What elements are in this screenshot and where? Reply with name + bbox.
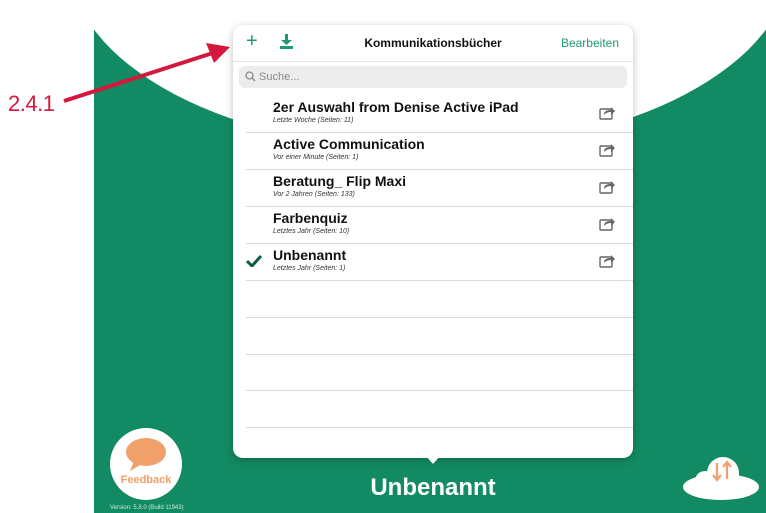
empty-row-divider [246,390,633,391]
popover-header: + Kommunikationsbücher Bearbeiten [233,25,633,62]
feedback-button[interactable]: Feedback [110,428,182,500]
book-row[interactable]: 2er Auswahl from Denise Active iPad Letz… [246,96,633,133]
book-row[interactable]: Active Communication Vor einer Minute (S… [246,133,633,170]
book-title: Active Communication [273,136,425,152]
share-icon[interactable] [599,253,616,268]
version-text: Version: 5.8.0 (Build 11943) [110,505,184,511]
search-icon [245,71,256,82]
speech-bubble-icon [126,438,166,471]
edit-button[interactable]: Bearbeiten [561,36,619,50]
book-title: Beratung_ Flip Maxi [273,173,407,189]
share-icon[interactable] [599,105,616,120]
search-input[interactable] [259,66,619,88]
book-subtitle: Letztes Jahr (Seiten: 1) [273,265,346,272]
book-row[interactable]: Farbenquiz Letztes Jahr (Seiten: 10) [246,207,633,244]
book-subtitle: Vor einer Minute (Seiten: 1) [273,154,359,161]
book-subtitle: Letzte Woche (Seiten: 11) [273,117,354,124]
communication-books-popover: + Kommunikationsbücher Bearbeiten 2er Au… [233,25,633,458]
current-book-title: Unbenannt [370,474,496,501]
share-icon[interactable] [599,142,616,157]
share-icon[interactable] [599,216,616,231]
book-title: Unbenannt [273,247,347,263]
save-button[interactable]: Sichern [681,455,761,501]
book-row[interactable]: Beratung_ Flip Maxi Vor 2 Jahren (Seiten… [246,170,633,207]
empty-row-divider [246,317,633,318]
empty-row-divider [246,354,633,355]
book-subtitle: Letztes Jahr (Seiten: 10) [273,228,350,235]
book-title: Farbenquiz [273,210,348,226]
empty-row-divider [246,427,633,428]
save-label: Sichern [700,486,742,498]
popover-pointer [425,455,441,464]
feedback-label: Feedback [120,474,172,486]
search-bar[interactable] [239,66,627,88]
book-title: 2er Auswahl from Denise Active iPad [273,99,519,115]
share-icon[interactable] [599,179,616,194]
book-subtitle: Vor 2 Jahren (Seiten: 133) [273,191,355,198]
checkmark-icon [246,255,262,267]
book-row-selected[interactable]: Unbenannt Letztes Jahr (Seiten: 1) [246,244,633,281]
